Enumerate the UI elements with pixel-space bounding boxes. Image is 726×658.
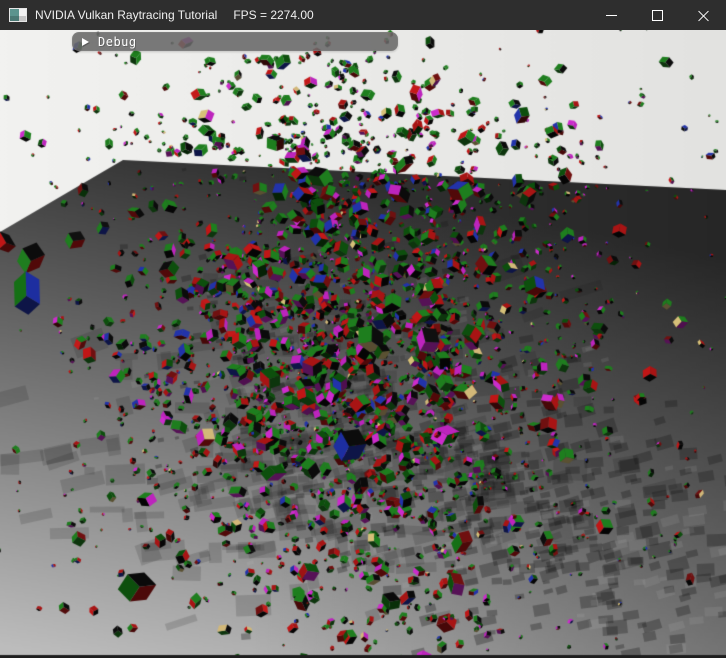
render-viewport: Debug bbox=[0, 30, 726, 658]
app-window: NVIDIA Vulkan Raytracing Tutorial FPS = … bbox=[0, 0, 726, 658]
debug-panel-label: Debug bbox=[98, 35, 137, 49]
maximize-icon bbox=[652, 10, 663, 21]
minimize-icon bbox=[606, 15, 617, 16]
title-bar: NVIDIA Vulkan Raytracing Tutorial FPS = … bbox=[0, 0, 726, 30]
fps-counter: FPS = 2274.00 bbox=[233, 8, 313, 22]
app-icon bbox=[9, 8, 27, 22]
minimize-button[interactable] bbox=[588, 0, 634, 30]
debug-panel-header[interactable]: Debug bbox=[72, 32, 398, 51]
maximize-button[interactable] bbox=[634, 0, 680, 30]
close-icon bbox=[698, 10, 709, 21]
raytraced-scene-canvas[interactable] bbox=[0, 30, 726, 658]
close-button[interactable] bbox=[680, 0, 726, 30]
window-title: NVIDIA Vulkan Raytracing Tutorial bbox=[35, 8, 217, 22]
collapse-arrow-icon bbox=[82, 38, 89, 46]
